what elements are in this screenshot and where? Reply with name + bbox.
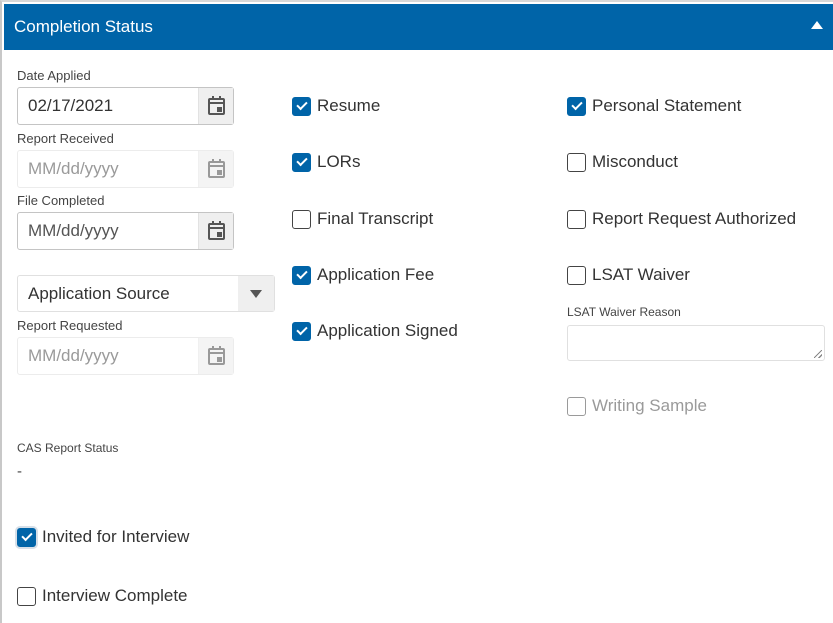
- file-completed-field[interactable]: MM/dd/yyyy: [17, 212, 234, 250]
- file-completed-label: File Completed: [17, 193, 105, 208]
- report-received-placeholder: MM/dd/yyyy: [28, 159, 119, 178]
- checkbox-unchecked-icon: [567, 396, 586, 416]
- application-fee-label: Application Fee: [317, 265, 435, 284]
- invited-for-interview-checkbox[interactable]: Invited for Interview: [17, 527, 189, 547]
- checkbox-unchecked-icon[interactable]: [567, 152, 586, 172]
- checkbox-unchecked-icon[interactable]: [292, 209, 311, 229]
- report-received-label: Report Received: [17, 131, 114, 146]
- report-requested-field: MM/dd/yyyy: [17, 337, 234, 375]
- lors-checkbox[interactable]: LORs: [292, 152, 360, 172]
- lsat-waiver-label: LSAT Waiver: [592, 265, 690, 284]
- lsat-waiver-reason-label: LSAT Waiver Reason: [567, 305, 681, 319]
- interview-complete-checkbox[interactable]: Interview Complete: [17, 586, 188, 606]
- cas-report-status-value: -: [17, 463, 22, 480]
- resume-checkbox[interactable]: Resume: [292, 96, 380, 116]
- application-fee-checkbox[interactable]: Application Fee: [292, 265, 434, 285]
- final-transcript-label: Final Transcript: [317, 209, 434, 228]
- misconduct-label: Misconduct: [592, 152, 678, 171]
- checkbox-checked-icon[interactable]: [17, 527, 36, 547]
- date-applied-label: Date Applied: [17, 68, 91, 83]
- writing-sample-label: Writing Sample: [592, 396, 707, 415]
- calendar-icon: [207, 158, 225, 178]
- misconduct-checkbox[interactable]: Misconduct: [567, 152, 678, 172]
- interview-complete-label: Interview Complete: [42, 586, 188, 605]
- application-source-select[interactable]: Application Source: [17, 275, 275, 312]
- application-signed-label: Application Signed: [317, 321, 458, 340]
- application-source-dropdown-button[interactable]: [238, 276, 274, 311]
- cas-report-status-label: CAS Report Status: [17, 441, 119, 455]
- report-received-field: MM/dd/yyyy: [17, 150, 234, 188]
- final-transcript-checkbox[interactable]: Final Transcript: [292, 209, 433, 229]
- lsat-waiver-reason-textarea[interactable]: [567, 325, 825, 361]
- report-requested-calendar-button: [198, 338, 233, 374]
- checkbox-checked-icon[interactable]: [567, 96, 586, 116]
- calendar-icon: [207, 95, 225, 115]
- date-applied-value[interactable]: 02/17/2021: [18, 88, 198, 124]
- report-received-calendar-button: [198, 151, 233, 187]
- personal-statement-checkbox[interactable]: Personal Statement: [567, 96, 741, 116]
- checkbox-unchecked-icon[interactable]: [567, 265, 586, 285]
- application-source-value: Application Source: [28, 283, 170, 303]
- checkbox-checked-icon[interactable]: [292, 265, 311, 285]
- checkbox-checked-icon[interactable]: [292, 96, 311, 116]
- report-request-authorized-label: Report Request Authorized: [592, 209, 797, 228]
- date-applied-calendar-button[interactable]: [198, 88, 233, 124]
- date-applied-field[interactable]: 02/17/2021: [17, 87, 234, 125]
- checkbox-unchecked-icon[interactable]: [17, 586, 36, 606]
- application-signed-checkbox[interactable]: Application Signed: [292, 321, 458, 341]
- checkbox-checked-icon[interactable]: [292, 321, 311, 341]
- file-completed-placeholder[interactable]: MM/dd/yyyy: [18, 213, 198, 249]
- completion-status-panel: Completion Status Date Applied 02/17/202…: [0, 0, 833, 623]
- report-requested-placeholder: MM/dd/yyyy: [28, 346, 119, 365]
- file-completed-calendar-button[interactable]: [198, 213, 233, 249]
- resume-label: Resume: [317, 96, 381, 115]
- invited-for-interview-label: Invited for Interview: [42, 527, 190, 546]
- panel-header[interactable]: Completion Status: [4, 4, 833, 50]
- lsat-waiver-checkbox[interactable]: LSAT Waiver: [567, 265, 690, 285]
- report-requested-label: Report Requested: [17, 318, 123, 333]
- checkbox-unchecked-icon[interactable]: [567, 209, 586, 229]
- panel-title: Completion Status: [14, 17, 153, 36]
- calendar-icon: [207, 345, 225, 365]
- triangle-up-icon[interactable]: [811, 21, 823, 29]
- caret-down-icon: [250, 289, 262, 298]
- report-request-authorized-checkbox[interactable]: Report Request Authorized: [567, 209, 796, 229]
- calendar-icon: [207, 220, 225, 240]
- writing-sample-checkbox: Writing Sample: [567, 396, 707, 416]
- checkbox-checked-icon[interactable]: [292, 152, 311, 172]
- lors-label: LORs: [317, 152, 361, 171]
- personal-statement-label: Personal Statement: [592, 96, 742, 115]
- resize-handle-icon[interactable]: [814, 350, 822, 358]
